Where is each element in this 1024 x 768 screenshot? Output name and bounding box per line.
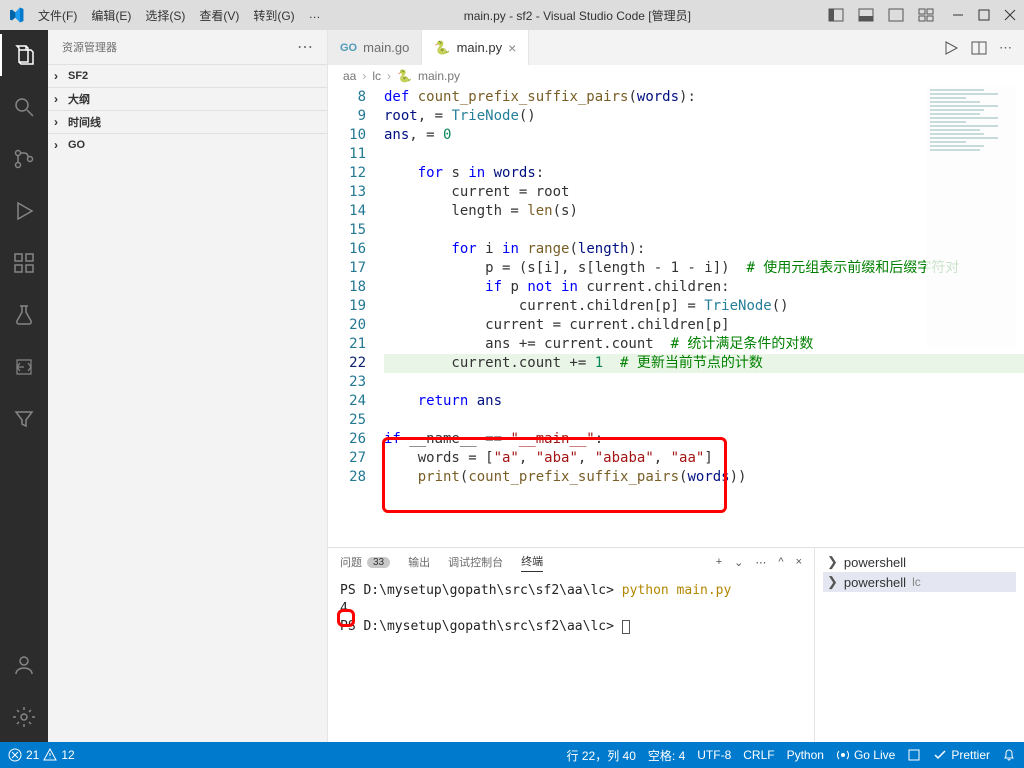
status-go-live[interactable]: Go Live — [836, 748, 895, 762]
panel-tab-debug-console[interactable]: 调试控制台 — [448, 554, 503, 570]
breadcrumb-item[interactable]: main.py — [418, 69, 460, 83]
error-icon — [8, 748, 22, 762]
status-language[interactable]: Python — [787, 748, 824, 762]
sidebar-section-sf2[interactable]: ›SF2 — [48, 65, 327, 87]
panel-more-icon[interactable]: ⋯ — [755, 556, 766, 569]
layout-sidebar-right-icon[interactable] — [888, 7, 904, 23]
menu-go[interactable]: 转到(G) — [247, 3, 300, 28]
panel-tabs: 问题33 输出 调试控制台 终端 + ⌄ ⋯ ^ × — [328, 548, 814, 576]
shell-icon: ❯ — [827, 574, 838, 590]
tab-label: main.py — [457, 40, 503, 55]
line-numbers: 8910111213141516171819202122232425262728 — [328, 87, 384, 547]
terminal-cursor — [622, 620, 630, 634]
activity-extensions-icon[interactable] — [0, 242, 48, 284]
terminal-item[interactable]: ❯ powershell — [823, 552, 1016, 572]
activity-settings-icon[interactable] — [0, 696, 48, 738]
activity-account-icon[interactable] — [0, 644, 48, 686]
activity-bar — [0, 30, 48, 742]
warning-icon — [43, 748, 57, 762]
sidebar-more-icon[interactable]: ⋯ — [297, 37, 313, 57]
chevron-right-icon: › — [54, 69, 64, 83]
activity-search-icon[interactable] — [0, 86, 48, 128]
bell-icon — [1002, 748, 1016, 762]
breadcrumb-item[interactable]: aa — [343, 69, 356, 83]
python-file-icon: 🐍 — [397, 69, 412, 83]
activity-debug-icon[interactable] — [0, 190, 48, 232]
terminal-item-label: powershell — [844, 555, 906, 570]
panel-close-icon[interactable]: × — [796, 556, 802, 569]
chevron-right-icon: › — [54, 92, 64, 106]
terminal-content[interactable]: PS D:\mysetup\gopath\src\sf2\aa\lc> pyth… — [328, 576, 814, 742]
status-encoding[interactable]: UTF-8 — [697, 748, 731, 762]
window-title: main.py - sf2 - Visual Studio Code [管理员] — [327, 7, 828, 24]
chevron-right-icon: › — [54, 138, 64, 152]
editor-more-icon[interactable]: ⋯ — [999, 40, 1012, 56]
menu-view[interactable]: 查看(V) — [193, 3, 245, 28]
sidebar-section-timeline[interactable]: ›时间线 — [48, 111, 327, 133]
breadcrumb[interactable]: aa› lc› 🐍 main.py — [328, 65, 1024, 87]
activity-go-icon[interactable] — [0, 346, 48, 388]
problems-count-badge: 33 — [367, 557, 390, 568]
bottom-panel: 问题33 输出 调试控制台 终端 + ⌄ ⋯ ^ × PS D:\mysetup… — [328, 547, 1024, 742]
check-icon — [933, 748, 947, 762]
tab-main-py[interactable]: 🐍 main.py × — [422, 30, 529, 65]
status-eol[interactable]: CRLF — [743, 748, 774, 762]
status-bar: 21 12 行 22，列 40 空格: 4 UTF-8 CRLF Python … — [0, 742, 1024, 768]
menu-file[interactable]: 文件(F) — [32, 3, 83, 28]
shell-icon: ❯ — [827, 554, 838, 570]
panel-maximize-icon[interactable]: ^ — [778, 556, 783, 569]
title-bar: 文件(F) 编辑(E) 选择(S) 查看(V) 转到(G) … main.py … — [0, 0, 1024, 30]
close-icon[interactable]: × — [508, 40, 516, 56]
menu-edit[interactable]: 编辑(E) — [85, 3, 137, 28]
window-close-icon[interactable] — [1004, 9, 1016, 21]
tab-label: main.go — [363, 40, 409, 55]
panel-tab-terminal[interactable]: 终端 — [521, 553, 543, 572]
activity-testing-icon[interactable] — [0, 294, 48, 336]
panel-tab-output[interactable]: 输出 — [408, 554, 430, 570]
sidebar-section-outline[interactable]: ›大纲 — [48, 88, 327, 110]
layout-panel-icon[interactable] — [858, 7, 874, 23]
activity-scm-icon[interactable] — [0, 138, 48, 180]
go-file-icon: GO — [340, 42, 357, 54]
status-errors[interactable]: 21 12 — [8, 748, 75, 762]
menu-selection[interactable]: 选择(S) — [139, 3, 191, 28]
broadcast-icon — [836, 748, 850, 762]
run-icon[interactable] — [943, 40, 959, 56]
minimap[interactable] — [926, 87, 1016, 347]
terminal-output: 4 — [340, 601, 348, 616]
menu-bar: 文件(F) 编辑(E) 选择(S) 查看(V) 转到(G) … — [32, 3, 327, 28]
editor-area: GO main.go 🐍 main.py × ⋯ aa› lc› 🐍 main.… — [328, 30, 1024, 742]
sidebar-title: 资源管理器 — [62, 39, 117, 55]
terminal-item-sub: lc — [912, 575, 921, 589]
breadcrumb-item[interactable]: lc — [372, 69, 381, 83]
new-terminal-icon[interactable]: + — [716, 556, 722, 569]
panel-tab-problems[interactable]: 问题33 — [340, 554, 390, 570]
status-indentation[interactable]: 空格: 4 — [648, 747, 685, 764]
window-minimize-icon[interactable] — [952, 9, 964, 21]
layout-sidebar-left-icon[interactable] — [828, 7, 844, 23]
python-file-icon: 🐍 — [434, 40, 450, 56]
terminal-item[interactable]: ❯ powershell lc — [823, 572, 1016, 592]
editor-tabs: GO main.go 🐍 main.py × ⋯ — [328, 30, 1024, 65]
terminal-list: ❯ powershell ❯ powershell lc — [814, 548, 1024, 742]
status-notifications-icon[interactable] — [1002, 748, 1016, 762]
activity-explorer-icon[interactable] — [0, 34, 48, 76]
terminal-dropdown-icon[interactable]: ⌄ — [734, 556, 743, 569]
window-maximize-icon[interactable] — [978, 9, 990, 21]
split-editor-icon[interactable] — [971, 40, 987, 56]
sidebar-section-go[interactable]: ›GO — [48, 134, 327, 156]
vscode-logo-icon — [8, 7, 24, 23]
layout-customize-icon[interactable] — [918, 7, 934, 23]
chevron-right-icon: › — [54, 115, 64, 129]
status-cursor-position[interactable]: 行 22，列 40 — [567, 747, 636, 764]
status-extension-icon[interactable] — [907, 748, 921, 762]
tab-main-go[interactable]: GO main.go — [328, 30, 422, 65]
status-prettier[interactable]: Prettier — [933, 748, 990, 762]
sidebar-explorer: 资源管理器 ⋯ ›SF2 ›大纲 ›时间线 ›GO — [48, 30, 328, 742]
menu-more[interactable]: … — [303, 3, 327, 28]
activity-filter-icon[interactable] — [0, 398, 48, 440]
terminal-item-label: powershell — [844, 575, 906, 590]
